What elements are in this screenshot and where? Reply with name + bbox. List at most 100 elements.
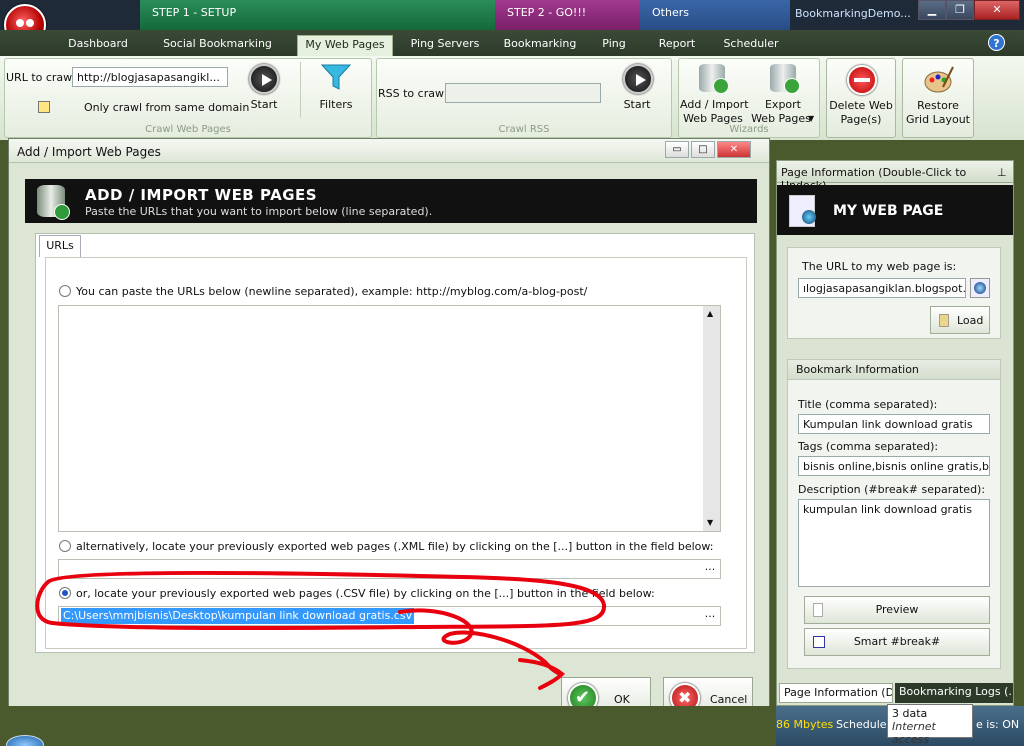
tab-urls[interactable]: URLs <box>39 235 81 257</box>
tooltip-line-1: 3 data <box>892 707 928 720</box>
preview-label: Preview <box>875 603 919 616</box>
dialog-header-title: ADD / IMPORT WEB PAGES <box>85 186 318 204</box>
csv-file-label: or, locate your previously exported web … <box>76 587 655 600</box>
delete-icon <box>847 65 877 95</box>
load-label: Load <box>957 314 984 327</box>
delete-web-pages-button[interactable]: Delete Web Page(s) <box>826 58 896 138</box>
csv-file-radio[interactable] <box>59 587 71 599</box>
tab-social-bookmarking-sites[interactable]: Social Bookmarking Sites <box>150 35 285 68</box>
url-to-crawl-input[interactable]: http://blogjasapasangikl... <box>72 67 228 87</box>
page-information-panel: Page Information (Double-Click to Undock… <box>776 160 1014 706</box>
start-rss-play-icon[interactable] <box>623 64 653 94</box>
load-folder-icon <box>939 314 949 327</box>
window-title: BookmarkingDemo... <box>795 7 911 20</box>
dialog-minimize-button[interactable]: ▭ <box>665 141 689 158</box>
filter-funnel-icon[interactable] <box>320 62 352 92</box>
tab-bookmarking-logs[interactable]: Bookmarking Logs (... <box>895 683 1013 703</box>
tags-label: Tags (comma separated): <box>798 440 939 453</box>
xml-file-radio[interactable] <box>59 540 71 552</box>
panel-title-bar[interactable]: Page Information (Double-Click to Undock… <box>777 161 1013 192</box>
paste-urls-label: You can paste the URLs below (newline se… <box>76 285 588 298</box>
window-maximize-button[interactable]: ❐ <box>946 0 974 20</box>
add-import-dialog: Add / Import Web Pages ▭ □ ✕ ADD / IMPOR… <box>8 138 770 724</box>
dialog-maximize-button[interactable]: □ <box>691 141 715 158</box>
window-minimize-button[interactable]: ▁ <box>918 0 946 20</box>
tags-input[interactable]: bisnis online,bisnis online gratis,bisni… <box>798 456 990 476</box>
xml-file-label: alternatively, locate your previously ex… <box>76 540 714 553</box>
description-label: Description (#break# separated): <box>798 483 986 496</box>
add-import-label-1[interactable]: Add / Import <box>680 98 749 111</box>
export-label-2[interactable]: Web Pages <box>748 112 814 125</box>
online-status: e is: ON <box>976 718 1020 731</box>
my-url-value: ılogjasapasangiklan.blogspot.com <box>803 282 966 295</box>
paste-urls-radio[interactable] <box>59 285 71 297</box>
add-import-label-2[interactable]: Web Pages <box>680 112 746 125</box>
same-domain-label: Only crawl from same domain <box>84 101 250 114</box>
restore-grid-layout-button[interactable]: Restore Grid Layout <box>902 58 974 138</box>
start-rss-label[interactable]: Start <box>619 98 655 111</box>
url-to-crawl-value: http://blogjasapasangikl... <box>77 71 220 84</box>
csv-file-input[interactable]: C:\Users\mmjbisnis\Desktop\kumpulan link… <box>58 606 721 626</box>
scroll-up-icon[interactable]: ▲ <box>707 309 713 318</box>
step1-setup-tab[interactable]: STEP 1 - SETUP <box>140 0 495 30</box>
tab-report[interactable]: Report <box>652 35 702 56</box>
taskbar-area <box>44 712 774 742</box>
rss-to-crawl-label: RSS to crawl: <box>378 87 451 100</box>
others-tab[interactable]: Others <box>640 0 790 30</box>
tab-scheduler[interactable]: Scheduler <box>720 35 782 56</box>
tab-ping[interactable]: Ping <box>596 35 632 56</box>
same-domain-checkbox[interactable] <box>38 101 50 113</box>
help-icon[interactable]: ? <box>988 34 1005 51</box>
panel-header: MY WEB PAGE <box>777 185 1013 235</box>
dialog-close-button[interactable]: ✕ <box>717 141 751 158</box>
scroll-down-icon[interactable]: ▼ <box>707 518 713 527</box>
urls-textarea[interactable] <box>58 305 721 532</box>
export-database-icon[interactable] <box>770 64 800 94</box>
export-dropdown-chevron-icon[interactable]: ▼ <box>808 114 814 123</box>
panel-pin-icon[interactable]: ⊥ <box>997 166 1007 179</box>
my-url-input[interactable]: ılogjasapasangiklan.blogspot.com <box>798 278 966 298</box>
dialog-header-subtitle: Paste the URLs that you want to import b… <box>85 205 433 218</box>
add-import-database-icon[interactable] <box>699 64 729 94</box>
title-input[interactable]: Kumpulan link download gratis <box>798 414 990 434</box>
export-label-1[interactable]: Export <box>750 98 816 111</box>
tab-dashboard[interactable]: Dashboard <box>62 35 134 56</box>
csv-file-value: C:\Users\mmjbisnis\Desktop\kumpulan link… <box>61 608 415 624</box>
csv-browse-button[interactable]: ... <box>700 607 720 625</box>
start-crawl-play-icon[interactable] <box>249 64 279 94</box>
description-textarea[interactable]: kumpulan link download gratis <box>798 499 990 587</box>
preview-button[interactable]: Preview <box>804 596 990 624</box>
url-to-crawl-label: URL to crawl: <box>6 71 79 84</box>
tooltip-line-2: Internet access <box>892 720 936 746</box>
load-button[interactable]: Load <box>930 306 990 334</box>
delete-label-2: Page(s) <box>840 113 882 126</box>
dialog-title: Add / Import Web Pages <box>17 145 161 159</box>
paint-palette-icon <box>923 65 955 95</box>
tab-page-information[interactable]: Page Information (D... <box>779 683 893 703</box>
restore-label-1: Restore <box>917 99 959 112</box>
url-section: The URL to my web page is: ılogjasapasan… <box>787 247 1001 339</box>
title-value: Kumpulan link download gratis <box>803 418 973 431</box>
bookmark-information-header: Bookmark Information <box>788 360 1000 380</box>
rss-to-crawl-input[interactable] <box>445 83 601 103</box>
xml-file-input[interactable]: ... <box>58 559 721 579</box>
tab-ping-servers[interactable]: Ping Servers <box>405 35 485 56</box>
preview-page-icon <box>813 603 823 617</box>
dialog-title-bar[interactable]: Add / Import Web Pages ▭ □ ✕ <box>9 139 769 163</box>
open-url-globe-icon[interactable] <box>970 278 990 298</box>
xml-browse-button[interactable]: ... <box>700 560 720 578</box>
urls-textarea-scrollbar[interactable]: ▲ ▼ <box>703 306 720 531</box>
window-close-button[interactable]: ✕ <box>974 0 1020 20</box>
tab-bookmarking[interactable]: Bookmarking <box>502 35 578 56</box>
import-database-icon <box>37 185 70 220</box>
tab-my-web-pages[interactable]: My Web Pages <box>297 35 393 56</box>
filters-label[interactable]: Filters <box>318 98 354 111</box>
url-label: The URL to my web page is: <box>802 260 957 273</box>
start-crawl-label[interactable]: Start <box>246 98 282 111</box>
scheduler-status[interactable]: Scheduler <box>836 718 891 731</box>
description-value: kumpulan link download gratis <box>803 503 972 516</box>
panel-header-title: MY WEB PAGE <box>833 203 944 219</box>
smart-break-button[interactable]: Smart #break# <box>804 628 990 656</box>
step2-go-tab[interactable]: STEP 2 - GO!!! <box>495 0 640 30</box>
title-label: Title (comma separated): <box>798 398 938 411</box>
